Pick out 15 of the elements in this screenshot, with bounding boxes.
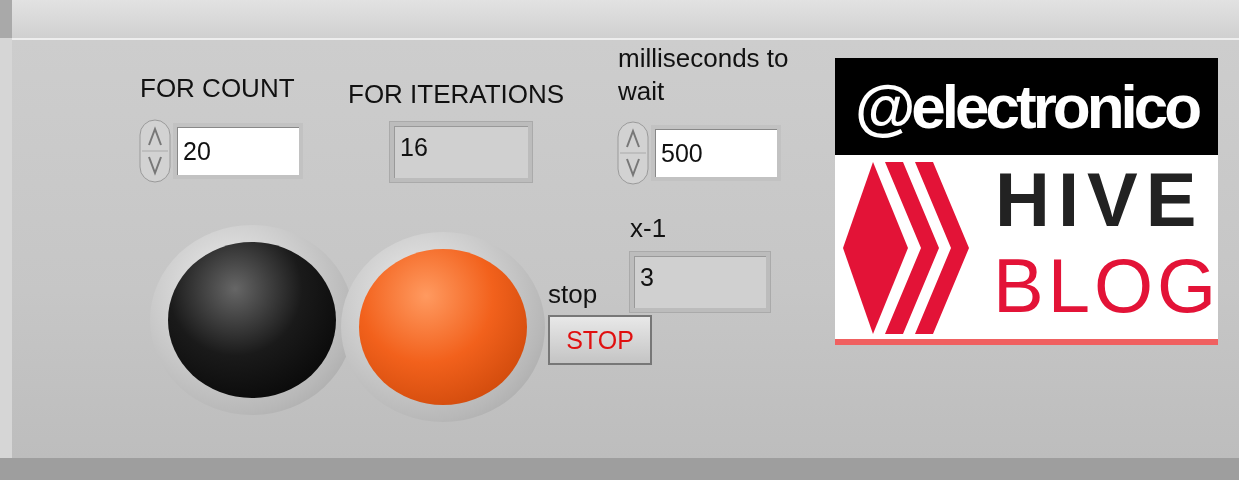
logo-text: HIVE [995,162,1205,238]
logo-text: BLOG [993,248,1221,324]
logo-handle: @electronico [835,58,1218,155]
stop-label: stop [548,278,598,311]
chevron-logo-icon [843,162,971,334]
control-label: x-1 [630,212,667,245]
number-field[interactable]: 20 [173,123,303,179]
control-label: FOR ITERATIONS [348,78,565,111]
number-display: 16 [390,122,532,182]
control-label: milliseconds to wait [618,42,790,107]
number-field[interactable]: 500 [651,125,781,181]
control-label: FOR COUNT [140,72,295,105]
number-display: 3 [630,252,770,312]
spinner-button[interactable] [138,119,172,183]
spinner-button[interactable] [616,121,650,185]
